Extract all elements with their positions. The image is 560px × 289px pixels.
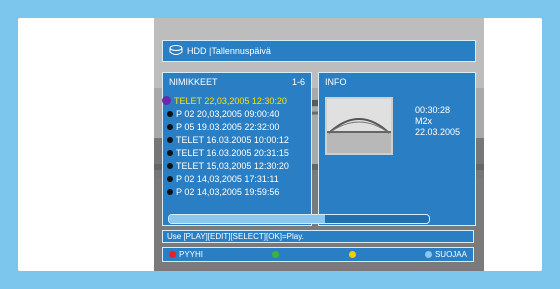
list-item-label: TELET 16.03.2005 10:00:12 [176,134,289,145]
list-item-label: P 02 20,03,2005 09:00:40 [176,108,280,119]
progress-fill [169,215,325,223]
list-item[interactable]: TELET 16.03.2005 20:31:15 [163,146,311,159]
list-item[interactable]: TELET 22,03,2005 12:30:20 [162,94,311,107]
cursor-icon [162,96,171,105]
bullet-icon [167,123,173,130]
bullet-icon [167,188,173,195]
list-item[interactable]: P 02 20,03,2005 09:00:40 [163,107,311,120]
page-title: Tallennuspäivä [211,46,271,56]
title-bar: HDD | Tallennuspäivä [162,40,476,62]
bullet-icon [167,110,173,117]
yellow-button[interactable] [348,251,356,258]
list-range: 1-6 [291,77,305,87]
list-item-label: TELET 16.03.2005 20:31:15 [176,147,289,158]
list-item-label: TELET 15,03,2005 12:30:20 [176,160,289,171]
hdd-icon [169,45,183,57]
list-item-label: P 02 14,03,2005 17:31:11 [176,173,279,184]
info-heading: INFO [325,77,347,87]
info-date: 22.03.2005 [415,127,461,137]
page-background: HDD | Tallennuspäivä NIMIKKEET 1-6 TELET… [0,0,560,289]
info-mode: M2x [415,116,433,126]
color-button-bar: PYYHI SUOJAA [162,247,474,262]
info-details: 00:30:28 M2x 22.03.2005 [415,105,460,138]
red-dot-icon [169,251,176,258]
green-button[interactable] [272,251,280,258]
list-item[interactable]: P 05 19.03.2005 22:32:00 [163,120,311,133]
bullet-icon [167,162,173,169]
source-label: HDD [187,46,207,56]
list-item[interactable]: TELET 16.03.2005 10:00:12 [163,133,311,146]
blue-dot-icon [424,251,432,258]
blue-button-label: SUOJAA [434,250,467,259]
list-item[interactable]: TELET 15,03,2005 12:30:20 [163,159,311,172]
red-button-label: PYYHI [179,250,204,259]
list-item[interactable]: P 02 14,03,2005 17:31:11 [163,172,311,185]
tv-screen: HDD | Tallennuspäivä NIMIKKEET 1-6 TELET… [154,18,484,271]
progress-bar [168,214,430,224]
list-item-label: P 02 14,03,2005 19:59:56 [176,186,280,197]
bullet-icon [167,149,173,156]
list-item[interactable]: P 02 14,03,2005 19:59:56 [163,185,311,198]
thumbnail-image [325,97,393,155]
info-duration: 00:30:28 [415,105,451,115]
yellow-dot-icon [348,251,356,258]
help-text: Use [PLAY][EDIT][SELECT][OK]=Play. [167,232,304,241]
title-list: NIMIKKEET 1-6 TELET 22,03,2005 12:30:20 … [162,72,312,226]
green-dot-icon [272,251,280,258]
help-bar: Use [PLAY][EDIT][SELECT][OK]=Play. [162,230,474,243]
list-rows: TELET 22,03,2005 12:30:20 P 02 20,03,200… [162,94,311,198]
info-panel: INFO 00:30:28 M2x 22.03.2005 [318,72,476,226]
list-header: NIMIKKEET 1-6 [163,73,311,91]
list-item-label: TELET 22,03,2005 12:30:20 [174,95,287,106]
list-heading: NIMIKKEET [169,77,218,87]
blue-button[interactable]: SUOJAA [424,250,467,259]
list-item-label: P 05 19.03.2005 22:32:00 [176,121,280,132]
red-button[interactable]: PYYHI [169,250,203,259]
bullet-icon [167,175,173,182]
bullet-icon [167,136,173,143]
